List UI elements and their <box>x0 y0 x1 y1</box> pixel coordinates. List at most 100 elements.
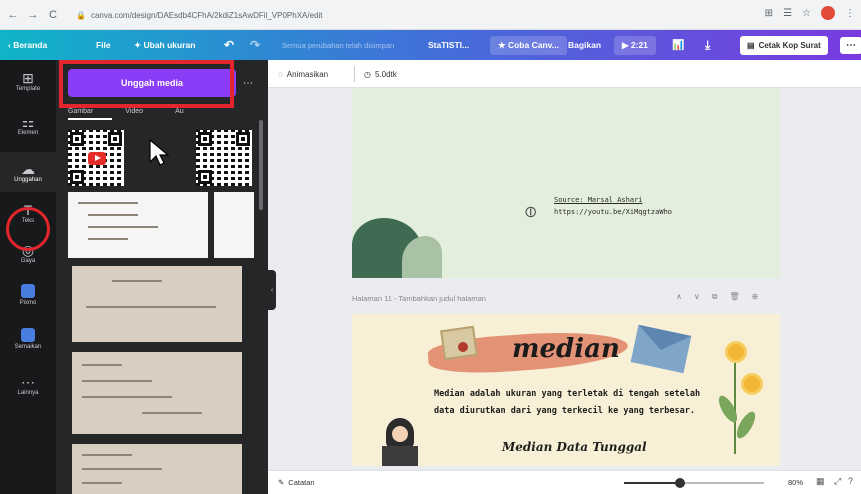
image-thumbnail[interactable] <box>68 192 208 258</box>
shapes-icon: ⚏ <box>21 114 35 130</box>
rail-label: Lainnya <box>17 390 39 396</box>
source-text[interactable]: Source: Marsal Ashari https://youtu.be/X… <box>554 194 672 218</box>
animate-button[interactable]: ◌ Animasikan <box>278 60 328 88</box>
rail-item-more[interactable]: ⋯ Lainnya <box>0 374 56 396</box>
print-doc-icon: ▤ <box>747 40 755 50</box>
animate-label: Animasikan <box>286 69 329 79</box>
move-up-icon[interactable]: ∧ <box>676 292 682 302</box>
rail-item-app-2[interactable]: Semaikan <box>0 328 56 350</box>
bottom-bar: ✎ Catatan 80% ▦ ⤢ ? <box>268 470 861 494</box>
active-tab-indicator <box>68 118 112 120</box>
rail-item-templates[interactable]: ⊞ Template <box>0 70 56 92</box>
extension-icon[interactable]: ⊞ <box>765 8 773 19</box>
rail-item-uploads[interactable]: ☁ Unggahan <box>0 152 56 192</box>
mouse-cursor-icon <box>149 138 170 166</box>
duplicate-icon[interactable]: ⧉ <box>712 292 718 302</box>
delete-icon[interactable]: 🗑 <box>729 292 739 302</box>
reading-list-icon[interactable]: ☰ <box>783 8 792 19</box>
page-title-label[interactable]: Halaman 11 - Tambahkan judul halaman <box>352 294 486 303</box>
leaf-icon <box>715 393 741 425</box>
undo-icon[interactable]: ↶ <box>224 30 234 60</box>
source-label: Source: Marsal Ashari <box>554 196 643 204</box>
url-text[interactable]: canva.com/design/DAEsdb4CFhA/2kdiZ1sAwDF… <box>91 11 323 20</box>
rail-label: Unggahan <box>14 177 42 183</box>
image-thumbnail[interactable] <box>72 352 242 434</box>
qr-code-thumbnail[interactable] <box>68 130 124 186</box>
zoom-slider-handle[interactable] <box>675 478 685 488</box>
saved-status: Semua perubahan telah disimpan <box>282 40 395 50</box>
try-canva-button[interactable]: ★ Coba Canv... <box>490 35 567 55</box>
uploads-panel: Unggah media ⋯ Gambar Video Au <box>56 60 268 494</box>
browser-actions: ⊞ ☰ ☆ ⋮ <box>765 6 855 20</box>
browser-chrome: ← → C 🔒 canva.com/design/DAEsdb4CFhA/2kd… <box>0 0 861 30</box>
rail-item-app-1[interactable]: Pixmo <box>0 284 56 306</box>
character-face <box>392 426 408 442</box>
download-icon[interactable]: ⤓ <box>705 30 710 60</box>
upload-more-button[interactable]: ⋯ <box>236 69 260 97</box>
zoom-level[interactable]: 80% <box>788 478 803 487</box>
template-icon: ⊞ <box>22 70 34 86</box>
leaf-icon <box>733 409 759 441</box>
cloud-upload-icon: ☁ <box>21 161 35 177</box>
panel-scrollbar[interactable] <box>259 120 263 210</box>
more-icon: ⋯ <box>21 374 35 390</box>
insights-icon[interactable]: 📊 <box>672 30 684 60</box>
canvas-page-11[interactable]: median Median adalah ukuran yang terleta… <box>352 314 780 466</box>
more-actions-button[interactable]: ⋯ <box>840 36 861 54</box>
browser-menu-icon[interactable]: ⋮ <box>845 8 855 19</box>
file-menu[interactable]: File <box>96 30 111 60</box>
image-thumbnail[interactable] <box>72 266 242 342</box>
print-letterhead-label: Cetak Kop Surat <box>758 40 821 50</box>
page-grid-icon[interactable]: ▦ <box>816 476 825 487</box>
tab-videos[interactable]: Video <box>125 108 143 120</box>
profile-avatar[interactable] <box>821 6 835 20</box>
notes-button[interactable]: ✎ Catatan <box>278 478 315 487</box>
reload-icon[interactable]: C <box>46 8 60 22</box>
forward-icon[interactable]: → <box>26 8 40 22</box>
duration-button[interactable]: ◷ 5.0dtk <box>364 60 397 88</box>
collapse-panel-handle[interactable]: ‹ <box>268 270 276 310</box>
flower-illustration <box>734 354 736 454</box>
youtube-icon <box>88 152 106 165</box>
slide-title[interactable]: median <box>512 334 620 364</box>
lock-icon: 🔒 <box>76 10 86 20</box>
address-bar[interactable]: 🔒 canva.com/design/DAEsdb4CFhA/2kdiZ1sAw… <box>76 6 766 24</box>
canvas-page-10[interactable]: ⊘ Source: Marsal Ashari https://youtu.be… <box>352 88 780 278</box>
zoom-slider[interactable] <box>624 478 764 488</box>
help-icon[interactable]: ? <box>848 476 853 486</box>
rail-item-elements[interactable]: ⚏ Elemen <box>0 114 56 136</box>
slide-subtitle[interactable]: Median Data Tunggal <box>502 440 647 454</box>
slide-description[interactable]: Median adalah ukuran yang terletak di te… <box>434 386 714 420</box>
image-thumbnail[interactable] <box>72 444 242 494</box>
fullscreen-icon[interactable]: ⤢ <box>834 476 841 487</box>
animate-icon: ◌ <box>278 69 283 79</box>
move-down-icon[interactable]: ∨ <box>694 292 700 302</box>
bookmark-star-icon[interactable]: ☆ <box>802 8 811 19</box>
home-link[interactable]: ‹ Beranda <box>8 30 47 60</box>
rail-label: Template <box>15 86 41 92</box>
resize-button[interactable]: ✦ Ubah ukuran <box>134 30 195 60</box>
share-button[interactable]: Bagikan <box>568 30 601 60</box>
rail-label: Gaya <box>20 258 36 264</box>
highlight-box <box>59 60 234 108</box>
clock-icon: ◷ <box>364 69 371 79</box>
redo-icon[interactable]: ↷ <box>250 30 260 60</box>
editor-toolbar: ◌ Animasikan ◷ 5.0dtk <box>268 60 861 88</box>
present-button[interactable]: ▶ 2:21 <box>614 35 656 55</box>
link-icon: ⊘ <box>520 201 542 224</box>
zoom-fill <box>624 482 680 484</box>
back-icon[interactable]: ← <box>6 8 20 22</box>
rail-label: Elemen <box>17 130 39 136</box>
document-title[interactable]: StaTISTI... <box>428 30 469 60</box>
app-tile-icon <box>21 328 35 342</box>
envelope-illustration <box>630 324 692 374</box>
flower-icon <box>728 344 744 360</box>
add-page-icon[interactable]: ⊕ <box>752 292 759 302</box>
qr-code-thumbnail[interactable] <box>196 130 252 186</box>
print-letterhead-button[interactable]: ▤ Cetak Kop Surat <box>740 35 828 55</box>
flower-icon <box>744 376 760 392</box>
notes-label: Catatan <box>288 478 315 487</box>
highlight-circle <box>6 207 50 251</box>
tab-audio[interactable]: Au <box>175 108 184 120</box>
image-thumbnail[interactable] <box>214 192 254 258</box>
